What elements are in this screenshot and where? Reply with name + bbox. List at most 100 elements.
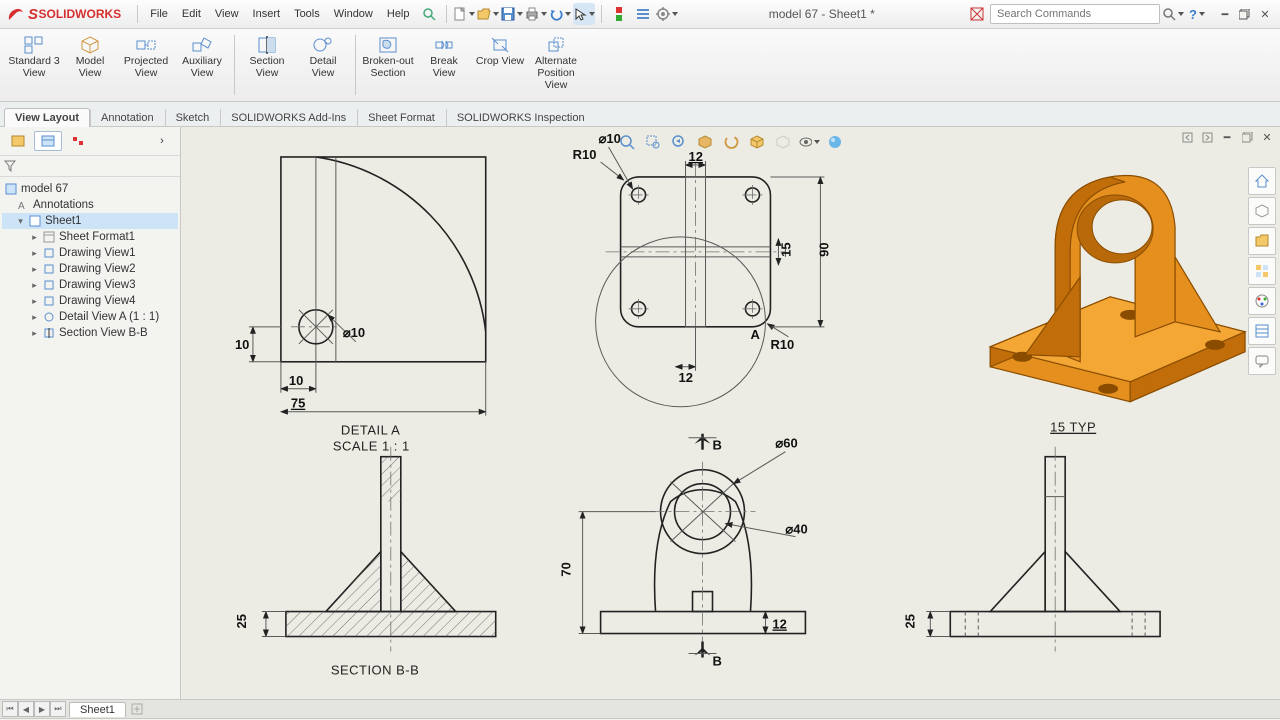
tree-drawing-view2[interactable]: ▸Drawing View2 (2, 261, 178, 277)
ribbon-detail-view[interactable]: Detail View (295, 33, 351, 81)
command-search[interactable] (990, 4, 1160, 24)
rebuild-button[interactable] (608, 3, 630, 25)
ribbon-projected-view[interactable]: Projected View (118, 33, 174, 81)
drawing-canvas[interactable]: ━ ✕ (181, 127, 1280, 699)
doc-close-button[interactable]: ✕ (1258, 129, 1276, 145)
panel-expand-icon[interactable]: › (148, 131, 176, 151)
rail-library-icon[interactable] (1248, 197, 1276, 225)
menu-help[interactable]: Help (381, 6, 416, 22)
doc-minimize-button[interactable]: ━ (1218, 129, 1236, 145)
zoom-fit-icon[interactable] (616, 131, 638, 153)
isometric-view: 15 TYP (990, 176, 1245, 435)
sheet-first-icon[interactable]: ⏮ (2, 701, 18, 717)
menu-window[interactable]: Window (328, 6, 379, 22)
ribbon-break-view[interactable]: Break View (416, 33, 472, 81)
add-sheet-icon[interactable] (129, 702, 145, 716)
view-orient-icon[interactable] (720, 131, 742, 153)
print-button[interactable] (525, 3, 547, 25)
tab-sheet-format[interactable]: Sheet Format (357, 108, 446, 127)
rail-file-explorer-icon[interactable] (1248, 227, 1276, 255)
open-button[interactable] (477, 3, 499, 25)
options-list-button[interactable] (632, 3, 654, 25)
svg-text:10: 10 (235, 337, 249, 352)
save-button[interactable] (501, 3, 523, 25)
settings-button[interactable] (656, 3, 678, 25)
tree-drawing-view1[interactable]: ▸Drawing View1 (2, 245, 178, 261)
feature-manager-panel: › model 67 AAnnotations ▾Sheet1 ▸Sheet F… (0, 127, 181, 699)
search-go-icon[interactable] (1162, 3, 1184, 25)
panel-tab-feature[interactable] (4, 131, 32, 151)
tree-sheet1[interactable]: ▾Sheet1 (2, 213, 178, 229)
tab-addins[interactable]: SOLIDWORKS Add-Ins (220, 108, 357, 127)
svg-text:⌀60: ⌀60 (775, 436, 797, 451)
svg-text:DETAIL A: DETAIL A (341, 423, 400, 438)
tree-section-view-bb[interactable]: ▸Section View B-B (2, 325, 178, 341)
restore-button[interactable] (1236, 6, 1254, 22)
sheet-next-icon[interactable]: ▶ (34, 701, 50, 717)
rail-home-icon[interactable] (1248, 167, 1276, 195)
menu-file[interactable]: File (144, 6, 174, 22)
svg-text:R10: R10 (770, 337, 794, 352)
menu-bar: SSOLIDWORKS File Edit View Insert Tools … (0, 0, 1280, 29)
svg-text:10: 10 (289, 373, 303, 388)
ribbon-standard-3view[interactable]: Standard 3 View (6, 33, 62, 81)
tree-detail-view-a[interactable]: ▸Detail View A (1 : 1) (2, 309, 178, 325)
svg-text:70: 70 (559, 562, 574, 576)
heads-up-toolbar (616, 131, 846, 153)
rail-custom-props-icon[interactable] (1248, 317, 1276, 345)
prev-view-icon[interactable] (668, 131, 690, 153)
menu-edit[interactable]: Edit (176, 6, 207, 22)
sheet-prev-icon[interactable]: ◀ (18, 701, 34, 717)
sheet-tab-1[interactable]: Sheet1 (69, 702, 126, 717)
task-pane-rail (1248, 167, 1276, 375)
tree-sheet-format1[interactable]: ▸Sheet Format1 (2, 229, 178, 245)
new-button[interactable] (453, 3, 475, 25)
menu-tools[interactable]: Tools (288, 6, 326, 22)
task-pane-icon[interactable] (966, 3, 988, 25)
display-style-icon[interactable] (746, 131, 768, 153)
svg-text:A: A (18, 201, 25, 211)
rail-appearances-icon[interactable] (1248, 287, 1276, 315)
menu-insert[interactable]: Insert (247, 6, 287, 22)
ribbon-alternate-position[interactable]: Alternate Position View (528, 33, 584, 93)
ribbon-auxiliary-view[interactable]: Auxiliary View (174, 33, 230, 81)
tree-root[interactable]: model 67 (2, 181, 178, 197)
rail-view-palette-icon[interactable] (1248, 257, 1276, 285)
hide-show-icon[interactable] (772, 131, 794, 153)
eye-icon[interactable] (798, 131, 820, 153)
menu-view[interactable]: View (209, 6, 245, 22)
close-button[interactable]: ✕ (1256, 6, 1274, 22)
ribbon-broken-out-section[interactable]: Broken-out Section (360, 33, 416, 81)
filter-icon[interactable] (4, 160, 16, 172)
zoom-area-icon[interactable] (642, 131, 664, 153)
tree-drawing-view3[interactable]: ▸Drawing View3 (2, 277, 178, 293)
select-button[interactable] (573, 3, 595, 25)
menu-search-icon[interactable] (418, 3, 440, 25)
doc-restore-button[interactable] (1238, 129, 1256, 145)
command-search-input[interactable] (995, 7, 1155, 21)
tab-annotation[interactable]: Annotation (90, 108, 165, 127)
sheet-last-icon[interactable]: ⏭ (50, 701, 66, 717)
svg-text:25: 25 (234, 614, 249, 628)
panel-tab-config[interactable] (64, 131, 92, 151)
minimize-button[interactable]: ━ (1216, 6, 1234, 22)
help-button[interactable]: ? (1186, 3, 1208, 25)
ribbon-model-view[interactable]: Model View (62, 33, 118, 81)
panel-tab-property[interactable] (34, 131, 62, 151)
section-view-icon[interactable] (694, 131, 716, 153)
tab-inspection[interactable]: SOLIDWORKS Inspection (446, 108, 596, 127)
tree-annotations[interactable]: AAnnotations (2, 197, 178, 213)
doc-next-icon[interactable] (1198, 129, 1216, 145)
app-logo: SSOLIDWORKS (6, 5, 121, 23)
ribbon-section-view[interactable]: Section View (239, 33, 295, 81)
undo-button[interactable] (549, 3, 571, 25)
svg-text:25: 25 (902, 614, 917, 628)
tab-view-layout[interactable]: View Layout (4, 108, 90, 127)
rail-forum-icon[interactable] (1248, 347, 1276, 375)
tab-sketch[interactable]: Sketch (165, 108, 221, 127)
appearance-icon[interactable] (824, 131, 846, 153)
doc-prev-icon[interactable] (1178, 129, 1196, 145)
ribbon-crop-view[interactable]: Crop View (472, 33, 528, 69)
tree-drawing-view4[interactable]: ▸Drawing View4 (2, 293, 178, 309)
svg-text:15: 15 (778, 242, 793, 256)
